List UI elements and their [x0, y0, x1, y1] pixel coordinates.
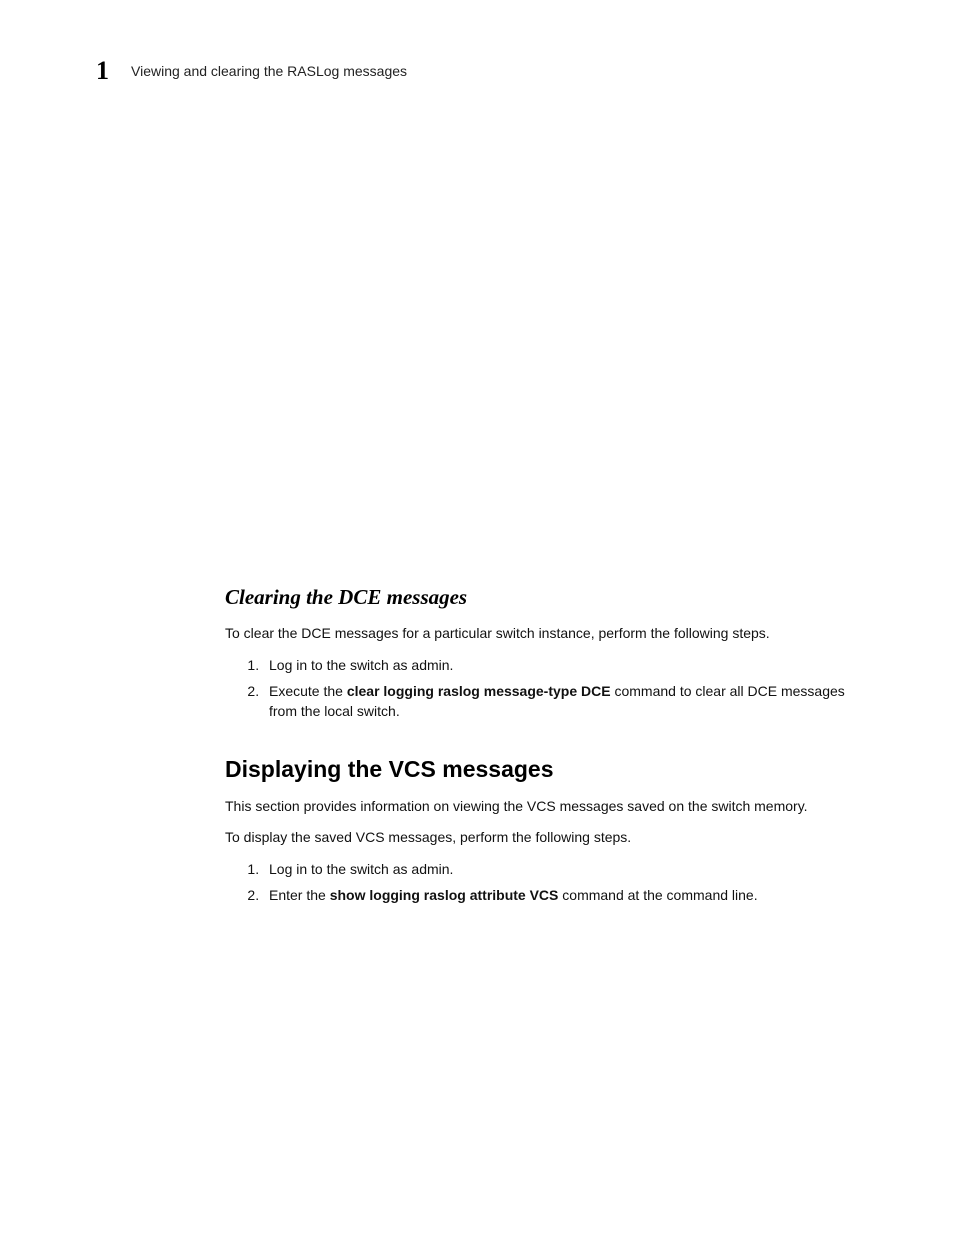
intro-clearing-dce: To clear the DCE messages for a particul… — [225, 624, 875, 643]
step-text-pre: Execute the — [269, 683, 347, 699]
heading-clearing-dce: Clearing the DCE messages — [225, 585, 875, 610]
command-text: show logging raslog attribute VCS — [330, 887, 559, 903]
heading-displaying-vcs: Displaying the VCS messages — [225, 756, 875, 783]
step-item: Log in to the switch as admin. — [263, 859, 875, 879]
lead-displaying-vcs: To display the saved VCS messages, perfo… — [225, 828, 875, 847]
running-title: Viewing and clearing the RASLog messages — [131, 63, 407, 79]
steps-displaying-vcs: Log in to the switch as admin. Enter the… — [225, 859, 875, 906]
chapter-number: 1 — [96, 58, 109, 84]
command-text: clear logging raslog message-type DCE — [347, 683, 611, 699]
step-item: Log in to the switch as admin. — [263, 655, 875, 675]
steps-clearing-dce: Log in to the switch as admin. Execute t… — [225, 655, 875, 722]
page: 1 Viewing and clearing the RASLog messag… — [0, 0, 954, 1235]
step-item: Execute the clear logging raslog message… — [263, 681, 875, 722]
main-content: Clearing the DCE messages To clear the D… — [225, 585, 875, 915]
intro-displaying-vcs: This section provides information on vie… — [225, 797, 875, 816]
step-text-post: command at the command line. — [558, 887, 757, 903]
step-item: Enter the show logging raslog attribute … — [263, 885, 875, 905]
step-text-pre: Enter the — [269, 887, 330, 903]
running-header: 1 Viewing and clearing the RASLog messag… — [96, 58, 874, 84]
